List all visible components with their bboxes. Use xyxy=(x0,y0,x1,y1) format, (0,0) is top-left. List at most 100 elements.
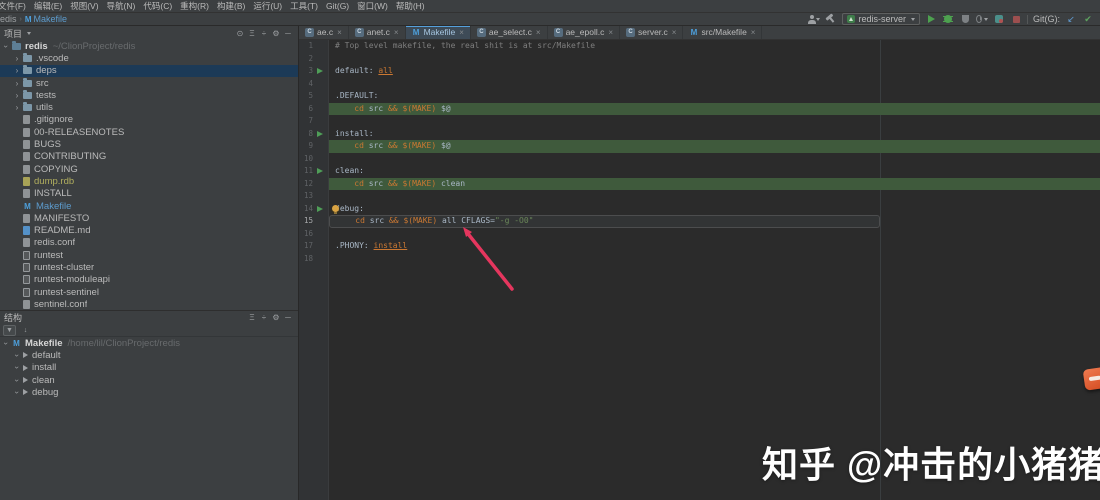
tree-item-redis-conf[interactable]: redis.conf xyxy=(0,237,298,249)
gutter-row[interactable]: 2 xyxy=(299,53,328,66)
gutter-row[interactable]: 13 xyxy=(299,190,328,203)
tab-close-icon[interactable]: × xyxy=(394,28,399,37)
menu-item-5[interactable]: 重构(R) xyxy=(176,0,213,12)
tree-item-readme-md[interactable]: README.md xyxy=(0,224,298,236)
structure-item-install[interactable]: › install xyxy=(0,362,298,374)
settings-gear-icon[interactable]: ⚙ xyxy=(270,313,282,322)
chevron-expanded-icon[interactable]: › xyxy=(2,42,11,50)
chevron-icon[interactable]: › xyxy=(13,364,22,372)
menu-item-10[interactable]: 窗口(W) xyxy=(353,0,392,12)
code-line-8[interactable]: install: xyxy=(329,128,1100,141)
code-line-17[interactable]: .PHONY: install xyxy=(329,240,1100,253)
build-hammer-icon[interactable] xyxy=(825,13,837,25)
sort-icon[interactable]: Ξ xyxy=(246,29,258,38)
code-line-13[interactable] xyxy=(329,190,1100,203)
chevron-down-icon[interactable] xyxy=(27,31,32,35)
structure-panel-title[interactable]: 结构 xyxy=(4,311,22,324)
tree-item-install[interactable]: INSTALL xyxy=(0,188,298,200)
collapse-all-icon[interactable]: ÷ xyxy=(258,29,270,38)
chevron-collapsed-icon[interactable]: › xyxy=(13,54,21,63)
tab-close-icon[interactable]: × xyxy=(337,28,342,37)
run-configuration-select[interactable]: redis-server xyxy=(842,13,920,25)
gutter-row[interactable]: 12 xyxy=(299,178,328,191)
tree-root-redis[interactable]: › redis ~/ClionProject/redis xyxy=(0,40,298,52)
menu-item-8[interactable]: 工具(T) xyxy=(286,0,322,12)
run-target-icon[interactable] xyxy=(317,205,323,212)
code-line-16[interactable] xyxy=(329,228,1100,241)
collapse-all-icon[interactable]: ÷ xyxy=(258,313,270,322)
tab-anet-c[interactable]: Canet.c × xyxy=(349,26,406,39)
tree-item-runtest[interactable]: runtest xyxy=(0,249,298,261)
code-line-5[interactable]: .DEFAULT: xyxy=(329,90,1100,103)
code-line-1[interactable]: # Top level makefile, the real shit is a… xyxy=(329,40,1100,53)
gutter-row[interactable]: 18 xyxy=(299,253,328,266)
tree-item-makefile[interactable]: M Makefile xyxy=(0,200,298,212)
menu-item-6[interactable]: 构建(B) xyxy=(213,0,249,12)
stop-icon[interactable] xyxy=(1010,13,1022,25)
code-line-11[interactable]: clean: xyxy=(329,165,1100,178)
settings-gear-icon[interactable]: ⚙ xyxy=(270,29,282,38)
gutter-row[interactable]: 3 xyxy=(299,65,328,78)
structure-item-clean[interactable]: › clean xyxy=(0,374,298,386)
menu-item-11[interactable]: 帮助(H) xyxy=(392,0,429,12)
tree-item-00-releasenotes[interactable]: 00-RELEASENOTES xyxy=(0,126,298,138)
tree-item-deps[interactable]: › deps xyxy=(0,64,298,77)
gutter-row[interactable]: 8 xyxy=(299,128,328,141)
navigate-with-source-icon[interactable]: ↓ xyxy=(19,325,32,336)
project-panel-title[interactable]: 项目 xyxy=(4,27,22,40)
tree-item-manifesto[interactable]: MANIFESTO xyxy=(0,212,298,224)
chevron-icon[interactable]: › xyxy=(13,351,22,359)
tab-src-makefile[interactable]: Msrc/Makefile × xyxy=(683,26,763,39)
gutter-row[interactable]: 9 xyxy=(299,140,328,153)
breadcrumb-project[interactable]: redis xyxy=(0,14,17,24)
code-editor[interactable]: 1 2 3 4 5 6 7 8 9 10 11 12 13 14 15 16 17 18 # Top level … xyxy=(299,40,1100,500)
gutter-row[interactable]: 11 xyxy=(299,165,328,178)
tree-item-contributing[interactable]: CONTRIBUTING xyxy=(0,151,298,163)
gutter-row[interactable]: 17 xyxy=(299,240,328,253)
menu-item-2[interactable]: 视图(V) xyxy=(66,0,102,12)
code-line-2[interactable] xyxy=(329,53,1100,66)
update-project-icon[interactable]: ↙ xyxy=(1065,13,1077,25)
code-line-10[interactable] xyxy=(329,153,1100,166)
user-icon[interactable] xyxy=(808,13,821,25)
chevron-collapsed-icon[interactable]: › xyxy=(13,103,21,112)
tab-close-icon[interactable]: × xyxy=(459,28,464,37)
tab-close-icon[interactable]: × xyxy=(608,28,613,37)
tree-item-runtest-cluster[interactable]: runtest-cluster xyxy=(0,261,298,273)
code-line-3[interactable]: default: all xyxy=(329,65,1100,78)
menu-item-7[interactable]: 运行(U) xyxy=(249,0,286,12)
editor-gutter[interactable]: 1 2 3 4 5 6 7 8 9 10 11 12 13 14 15 16 17 18 xyxy=(299,40,329,500)
tree-item-utils[interactable]: › utils xyxy=(0,101,298,113)
chevron-icon[interactable]: › xyxy=(13,376,22,384)
structure-item-debug[interactable]: › debug xyxy=(0,386,298,398)
code-line-4[interactable] xyxy=(329,78,1100,91)
tree-item-runtest-moduleapi[interactable]: runtest-moduleapi xyxy=(0,274,298,286)
tree-item-runtest-sentinel[interactable]: runtest-sentinel xyxy=(0,286,298,298)
tab-server-c[interactable]: Cserver.c × xyxy=(620,26,684,39)
gutter-row[interactable]: 15 xyxy=(299,215,328,228)
tree-item-src[interactable]: › src xyxy=(0,77,298,89)
chevron-collapsed-icon[interactable]: › xyxy=(13,66,21,75)
structure-item-default[interactable]: › default xyxy=(0,349,298,361)
code-line-14[interactable]: debug: xyxy=(329,203,1100,216)
structure-root-makefile[interactable]: › M Makefile/home/lil/ClionProject/redis xyxy=(0,337,298,349)
tab-makefile[interactable]: M Makefile × xyxy=(405,26,471,39)
run-target-icon[interactable] xyxy=(317,130,323,137)
locate-icon[interactable]: ⊙ xyxy=(234,29,246,38)
debug-icon[interactable] xyxy=(942,13,954,25)
code-line-12[interactable]: cd src && $(MAKE) clean xyxy=(329,177,1100,190)
tab-ae-select-c[interactable]: Cae_select.c × xyxy=(471,26,548,39)
tree-item--vscode[interactable]: › .vscode xyxy=(0,52,298,64)
tab-close-icon[interactable]: × xyxy=(751,28,756,37)
commit-icon[interactable]: ✔ xyxy=(1082,13,1094,25)
menu-item-3[interactable]: 导航(N) xyxy=(103,0,140,12)
gutter-row[interactable]: 16 xyxy=(299,228,328,241)
run-target-icon[interactable] xyxy=(317,68,323,74)
code-line-15[interactable]: cd src && $(MAKE) all CFLAGS="-g -O0" xyxy=(329,215,880,228)
tree-item-tests[interactable]: › tests xyxy=(0,89,298,101)
attach-process-icon[interactable] xyxy=(993,13,1005,25)
gutter-row[interactable]: 5 xyxy=(299,90,328,103)
tree-item-sentinel-conf[interactable]: sentinel.conf xyxy=(0,298,298,310)
code-line-9[interactable]: cd src && $(MAKE) $@ xyxy=(329,140,1100,153)
gutter-row[interactable]: 10 xyxy=(299,153,328,166)
